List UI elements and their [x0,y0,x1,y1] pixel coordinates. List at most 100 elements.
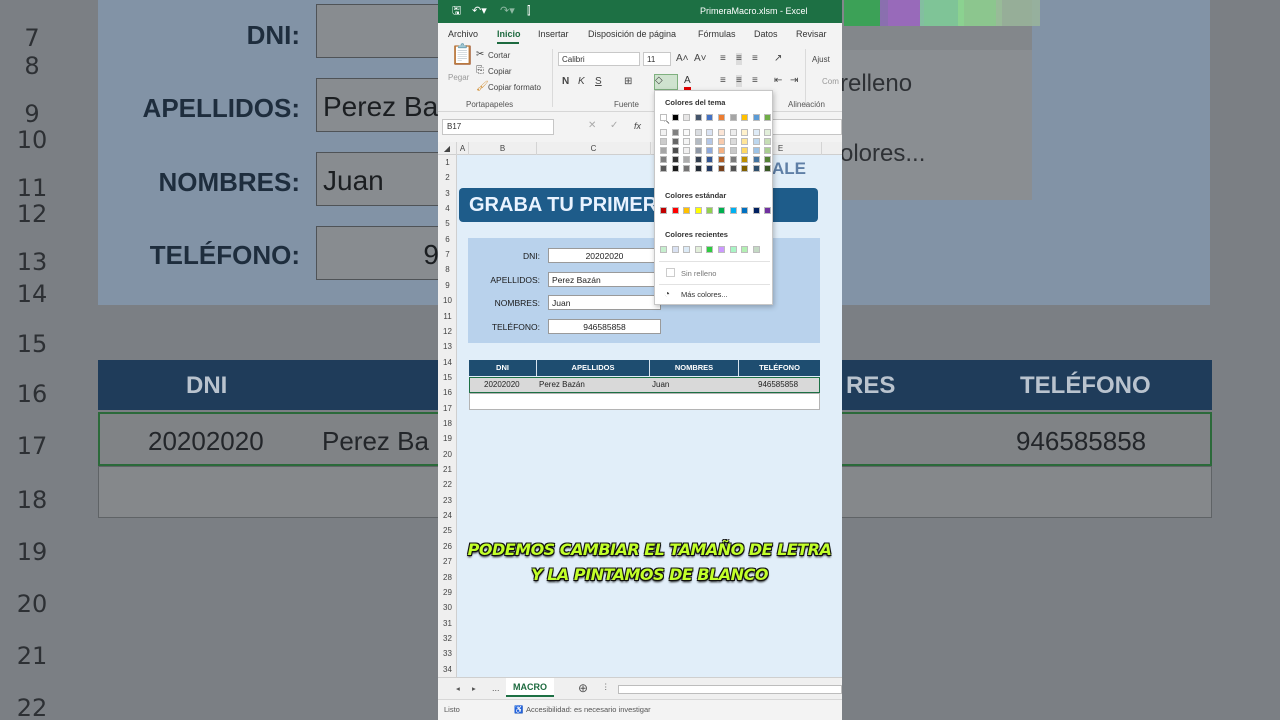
theme-shade-swatch[interactable] [764,165,772,172]
theme-shade-swatch[interactable] [706,156,714,163]
theme-color-swatch[interactable] [741,114,749,121]
recent-color-swatch[interactable] [660,246,667,253]
recent-color-swatch[interactable] [706,246,714,253]
wrap-text-button[interactable]: Ajust [812,55,830,64]
row-header[interactable]: 7 [438,250,457,259]
theme-shade-swatch[interactable] [729,156,737,163]
theme-shade-swatch[interactable] [671,156,679,163]
tab-insertar[interactable]: Insertar [538,29,569,39]
theme-color-swatch[interactable] [694,114,702,121]
orientation-icon[interactable]: ↗ [774,53,782,65]
align-center-icon[interactable]: ≡ [736,75,742,87]
add-sheet-icon[interactable]: ⊕ [578,681,588,695]
theme-shade-swatch[interactable] [671,129,679,136]
borders-icon[interactable]: ⊞ [624,76,632,88]
row-header[interactable]: 10 [438,296,457,305]
row-header[interactable]: 30 [438,603,457,612]
bold-button[interactable]: N [562,76,569,88]
theme-shade-swatch[interactable] [718,129,725,136]
theme-shade-swatch[interactable] [660,129,667,136]
theme-color-swatch[interactable] [671,114,679,121]
standard-color-swatch[interactable] [660,207,667,214]
row-header[interactable]: 9 [438,281,457,290]
worksheet[interactable]: ALE GRABA TU PRIMERA DNI: 20202020 APELL… [457,155,842,677]
theme-shade-swatch[interactable] [694,129,702,136]
cell-dni[interactable]: 20202020 [484,378,520,391]
font-size-select[interactable]: 11 [643,52,671,66]
theme-shade-swatch[interactable] [706,147,714,154]
merge-button[interactable]: Com [822,77,839,86]
cell-nombres[interactable]: Juan [652,378,669,391]
align-right-icon[interactable]: ≡ [752,75,758,87]
customize-quick-access-icon[interactable]: ⫿ [527,4,531,18]
name-box[interactable]: B17 [442,119,554,135]
row-header[interactable]: 28 [438,573,457,582]
row-header[interactable]: 17 [438,404,457,413]
theme-shade-swatch[interactable] [729,165,737,172]
cancel-icon[interactable]: ✕ [588,120,596,132]
column-header-a[interactable]: A [457,142,469,155]
row-header[interactable]: 29 [438,588,457,597]
row-header[interactable]: 8 [438,265,457,274]
standard-color-swatch[interactable] [741,207,749,214]
header-telefono[interactable]: TELÉFONO [739,360,820,376]
table-row[interactable]: 20202020 Perez Bazán Juan 946585858 [469,377,820,393]
row-header[interactable]: 1 [438,158,457,167]
decrease-indent-icon[interactable]: ⇤ [774,75,782,87]
prev-sheet-icon[interactable]: ◂ [456,684,460,693]
cut-icon[interactable]: ✂ [476,49,484,61]
row-header[interactable]: 34 [438,665,457,674]
standard-color-swatch[interactable] [718,207,725,214]
theme-shade-swatch[interactable] [764,147,772,154]
theme-color-swatch[interactable] [660,114,667,121]
theme-color-swatch[interactable] [752,114,760,121]
theme-shade-swatch[interactable] [671,138,679,145]
recent-color-swatch[interactable] [694,246,702,253]
standard-color-swatch[interactable] [752,207,760,214]
accessibility-status[interactable]: Accesibilidad: es necesario investigar [526,705,651,714]
theme-shade-swatch[interactable] [741,165,749,172]
standard-color-swatch[interactable] [706,207,714,214]
row-header[interactable]: 20 [438,450,457,459]
theme-shade-swatch[interactable] [764,156,772,163]
theme-shade-swatch[interactable] [752,129,760,136]
theme-shade-swatch[interactable] [683,129,691,136]
theme-shade-swatch[interactable] [718,138,725,145]
theme-shade-swatch[interactable] [660,165,667,172]
row-header[interactable]: 14 [438,358,457,367]
row-header[interactable]: 19 [438,434,457,443]
cell-telefono[interactable]: 946585858 [758,378,798,391]
align-left-icon[interactable]: ≡ [720,75,726,87]
row-header[interactable]: 31 [438,619,457,628]
recent-color-swatch[interactable] [671,246,679,253]
row-header[interactable]: 11 [438,312,457,321]
row-header[interactable]: 32 [438,634,457,643]
column-header-c[interactable]: C [537,142,651,155]
theme-shade-swatch[interactable] [706,165,714,172]
underline-button[interactable]: S [595,76,602,88]
theme-shade-swatch[interactable] [764,138,772,145]
tab-datos[interactable]: Datos [754,29,778,39]
row-header[interactable]: 27 [438,557,457,566]
paste-icon[interactable]: 📋 [450,45,475,65]
theme-shade-swatch[interactable] [694,156,702,163]
theme-shade-swatch[interactable] [752,156,760,163]
theme-shade-swatch[interactable] [706,138,714,145]
row-header[interactable]: 26 [438,542,457,551]
italic-button[interactable]: K [578,76,585,88]
undo-icon[interactable]: ↶▾ [472,4,487,18]
theme-shade-swatch[interactable] [741,129,749,136]
next-sheet-icon[interactable]: ▸ [472,684,476,693]
tab-formulas[interactable]: Fórmulas [698,29,736,39]
font-name-select[interactable]: Calibri [558,52,640,66]
theme-shade-swatch[interactable] [718,165,725,172]
theme-shade-swatch[interactable] [694,165,702,172]
row-header[interactable]: 13 [438,342,457,351]
standard-color-swatch[interactable] [683,207,691,214]
theme-shade-swatch[interactable] [683,165,691,172]
dni-field[interactable]: 20202020 [548,248,661,263]
tab-archivo[interactable]: Archivo [448,29,478,39]
theme-color-swatch[interactable] [764,114,772,121]
tab-revisar[interactable]: Revisar [796,29,827,39]
theme-shade-swatch[interactable] [729,147,737,154]
